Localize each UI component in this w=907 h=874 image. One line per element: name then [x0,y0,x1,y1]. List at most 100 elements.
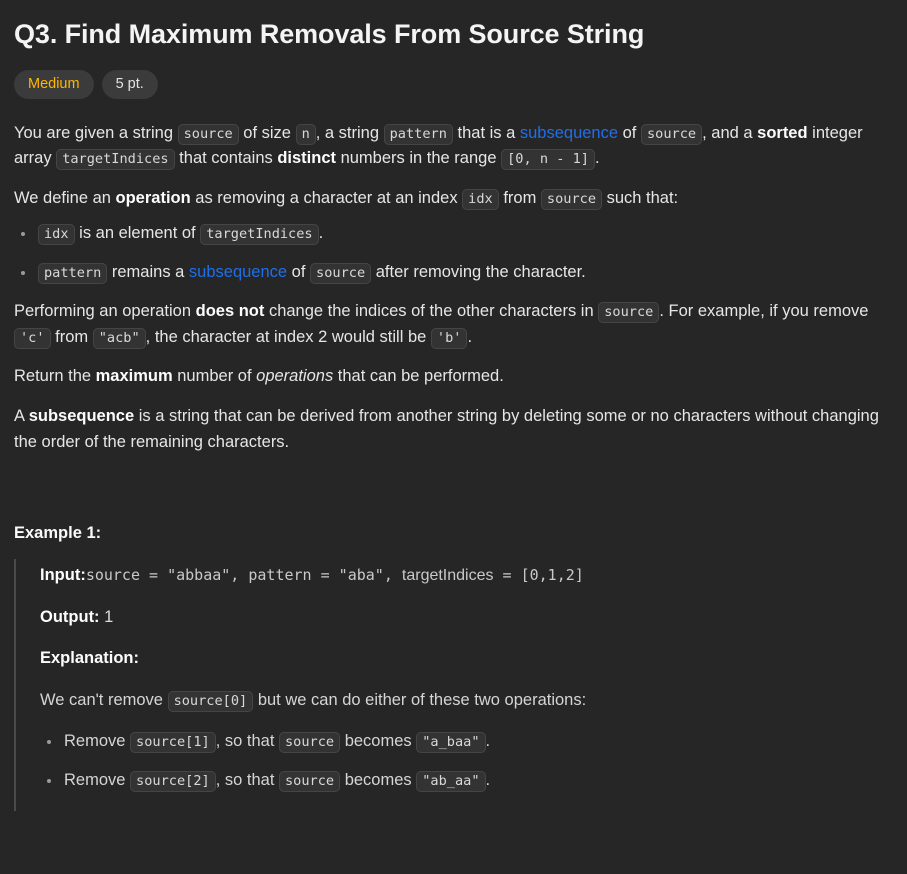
text-fragment: A [14,407,29,426]
text-fragment: . For example, if you remove [659,302,869,321]
badge-row: Medium 5 pt. [14,70,891,99]
code-chip-idx: idx [462,188,499,210]
status-badge-points: 5 pt. [101,70,158,99]
code-chip-source: source [540,188,603,210]
text-fragment: . [318,224,324,243]
text-fragment: Remove [64,770,131,789]
link-subsequence[interactable]: subsequence [520,124,618,142]
text-fragment: becomes [340,770,417,789]
text-fragment: . [485,770,491,789]
example-output-label: Output: [40,607,100,626]
statement-paragraph-5: A subsequence is a string that can be de… [14,404,891,455]
text-fragment: change the indices of the other characte… [264,302,599,321]
text-fragment: as removing a character at an index [190,188,463,207]
example-input-value-mono-2: = [0,1,2] [493,565,584,584]
code-chip-acb: "acb" [92,327,146,349]
text-fragment: of size [238,123,296,142]
statement-paragraph-3: Performing an operation does not change … [14,299,891,350]
example-output-number: 1 [104,607,114,626]
list-item: idx is an element of targetIndices. [14,221,891,247]
example-explanation-intro: We can't remove source[0] but we can do … [40,688,891,714]
text-fragment: is an element of [74,224,201,243]
text-fragment: that is a [452,123,520,142]
link-subsequence[interactable]: subsequence [189,263,287,281]
page-title: Q3. Find Maximum Removals From Source St… [14,19,645,49]
code-chip-source: source [177,123,239,145]
code-chip-source-1: source[1] [130,732,216,754]
code-chip-result-a-baa: "a_baa" [416,732,486,754]
emphasis-operations: operations [256,367,334,386]
code-chip-range: [0, n - 1] [501,149,595,171]
code-chip-source: source [598,302,660,324]
text-fragment: that can be performed. [333,367,504,386]
text-fragment: that contains [174,149,278,168]
text-fragment: . [594,149,600,168]
list-item: Remove source[1], so that source becomes… [40,729,891,755]
text-fragment: number of [172,367,257,386]
statement-paragraph-2: We define an operation as removing a cha… [14,186,891,212]
example-operations-list: Remove source[1], so that source becomes… [40,729,891,793]
text-fragment: We can't remove [40,690,168,709]
text-fragment: You are given a string [14,123,178,142]
text-fragment: from [498,188,541,207]
code-chip-targetindices: targetIndices [56,149,175,171]
text-fragment: numbers in the range [336,149,502,168]
example-input-value-mono-1: source = "abbaa", pattern = "aba", [85,565,402,584]
text-fragment: . [467,327,473,346]
text-fragment: , the character at index 2 would still b… [145,327,431,346]
code-chip-source-2: source[2] [130,770,216,792]
code-chip-char-c: 'c' [14,327,51,349]
text-fragment: remains a [107,262,189,281]
emphasis-maximum: maximum [95,367,173,386]
example-input-label: Input: [40,565,86,584]
code-chip-source: source [310,262,372,284]
text-fragment: Performing an operation [14,302,196,321]
problem-page: Q3. Find Maximum Removals From Source St… [0,0,907,812]
emphasis-operation: operation [115,188,191,207]
text-fragment: Remove [64,732,131,751]
text-fragment: , so that [215,770,279,789]
explanation-label: Explanation: [40,649,140,668]
emphasis-does-not: does not [195,302,265,321]
code-chip-pattern: pattern [38,262,108,284]
example-input-value-targetindices: targetIndices [401,566,494,584]
code-chip-n: n [295,123,316,145]
statement-paragraph-1: You are given a string source of size n,… [14,121,891,172]
text-fragment: , and a [702,123,758,142]
code-chip-result-ab-aa: "ab_aa" [416,770,486,792]
code-chip-char-b: 'b' [430,327,468,349]
text-fragment: of [618,123,641,142]
code-chip-source: source [279,770,341,792]
text-fragment: but we can do either of these two operat… [253,690,587,709]
conditions-list: idx is an element of targetIndices. patt… [14,221,891,285]
list-item: Remove source[2], so that source becomes… [40,768,891,794]
emphasis-sorted: sorted [757,123,808,142]
text-fragment: from [50,327,93,346]
example-block: Input:source = "abbaa", pattern = "aba",… [14,558,891,812]
text-fragment: such that: [602,188,679,207]
code-chip-source: source [279,732,341,754]
code-chip-idx: idx [38,224,75,246]
list-item: pattern remains a subsequence of source … [14,260,891,286]
code-chip-targetindices: targetIndices [200,224,319,246]
text-fragment: , so that [215,732,279,751]
text-fragment: is a string that can be derived from ano… [14,407,879,451]
emphasis-distinct: distinct [277,149,336,168]
text-fragment: becomes [340,732,417,751]
text-fragment: after removing the character. [371,262,586,281]
example-input-line: Input:source = "abbaa", pattern = "aba",… [40,563,891,589]
example-output-line: Output: 1 [40,605,891,631]
text-fragment: Return the [14,367,96,386]
code-chip-source: source [640,123,703,145]
text-fragment: of [287,262,311,281]
emphasis-subsequence: subsequence [28,407,135,426]
example-explanation-label: Explanation: [40,646,891,672]
text-fragment: , a string [315,123,384,142]
text-fragment: . [485,732,491,751]
example-heading: Example 1: [14,524,102,543]
code-chip-source-0: source[0] [167,690,254,712]
status-badge-difficulty: Medium [14,70,94,99]
text-fragment: We define an [14,188,116,207]
code-chip-pattern: pattern [383,123,453,145]
